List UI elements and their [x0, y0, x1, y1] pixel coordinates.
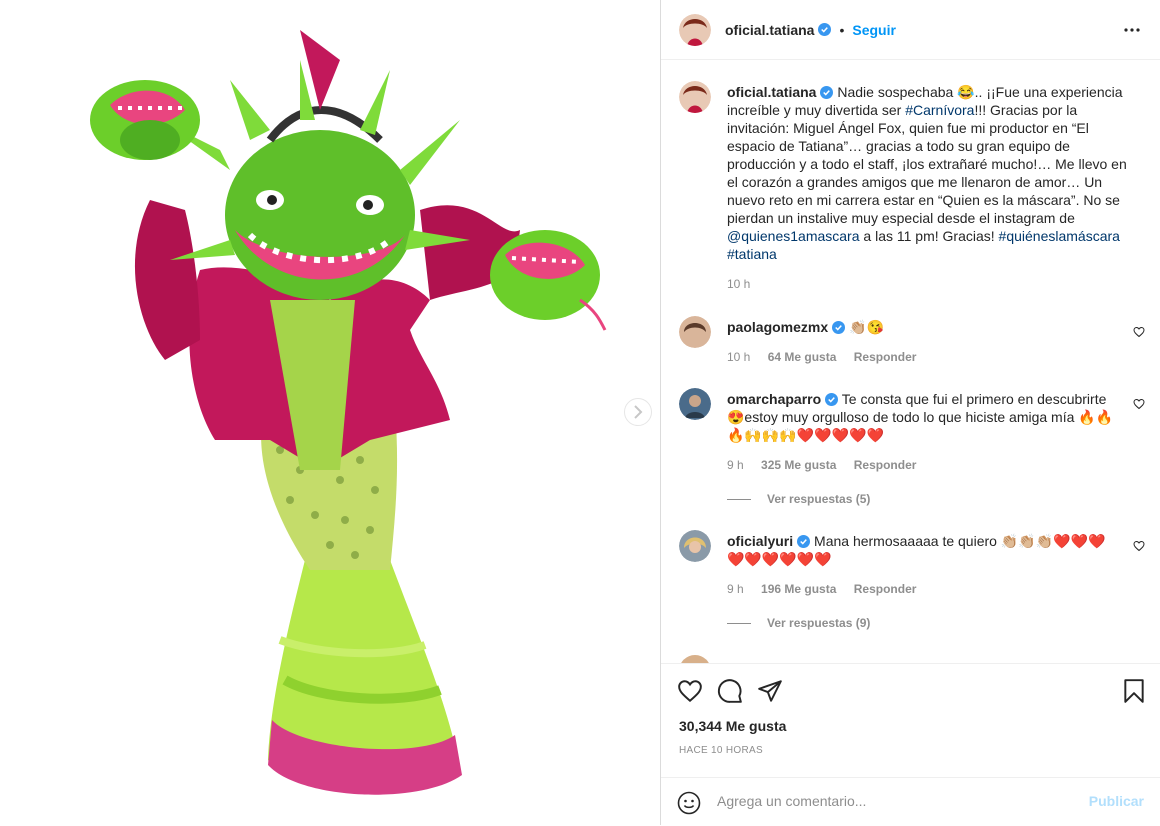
comment-time: 9 h	[727, 458, 744, 472]
comment-meta: 9 h 196 Me gusta Responder	[727, 582, 930, 596]
caption-text: !!! Gracias por la invitación: Miguel Án…	[727, 102, 1127, 226]
comment-body: omarchaparro Te consta que fui el primer…	[727, 390, 1119, 444]
avatar-image	[679, 81, 711, 113]
post-media[interactable]	[0, 0, 660, 825]
caption-body: oficial.tatiana Nadie sospechaba 😂.. ¡¡F…	[727, 83, 1135, 263]
add-comment-bar: Agrega un comentario... Publicar	[661, 777, 1160, 826]
hashtag-link[interactable]: #Carnívora	[905, 102, 974, 118]
avatar[interactable]	[679, 388, 711, 420]
comment-body: oficialyuri Mana hermosaaaaa te quiero 👏…	[727, 532, 1119, 568]
comment-likes[interactable]: 196 Me gusta	[761, 582, 836, 596]
hashtag-link[interactable]: #quiéneslamáscara	[999, 228, 1120, 244]
comment-input[interactable]: Agrega un comentario...	[717, 793, 866, 809]
author-username[interactable]: oficial.tatiana	[725, 22, 814, 38]
reply-button[interactable]: Responder	[854, 582, 917, 596]
comment-text: 👏🏼😘	[849, 319, 884, 335]
mention-link[interactable]: @quienes1amascara	[727, 228, 860, 244]
publish-button[interactable]: Publicar	[1089, 793, 1144, 809]
reply-button[interactable]: Responder	[854, 458, 917, 472]
comment: oficialyuri Mana hermosaaaaa te quiero 👏…	[679, 530, 1149, 650]
verified-icon	[797, 535, 811, 548]
avatar[interactable]	[679, 81, 711, 113]
comment-likes[interactable]: 325 Me gusta	[761, 458, 836, 472]
divider	[727, 498, 751, 500]
hashtag-link[interactable]: #tatiana	[727, 246, 777, 262]
comment-username[interactable]: omarchaparro	[727, 391, 821, 407]
comment-body: paolagomezmx 👏🏼😘	[727, 318, 1119, 336]
caption: oficial.tatiana Nadie sospechaba 😂.. ¡¡F…	[679, 81, 1149, 301]
caption-time: 10 h	[727, 277, 751, 291]
comment-icon[interactable]	[717, 678, 743, 704]
reply-button[interactable]: Responder	[854, 350, 917, 364]
verified-icon	[820, 86, 834, 99]
avatar[interactable]	[679, 530, 711, 562]
comment-meta: 9 h 325 Me gusta Responder	[727, 458, 930, 472]
next-photo-button[interactable]	[624, 398, 652, 426]
follow-button[interactable]: Seguir	[852, 22, 896, 38]
view-replies-label: Ver respuestas (5)	[767, 492, 871, 506]
avatar[interactable]	[679, 13, 711, 46]
more-options-icon[interactable]	[1122, 20, 1142, 40]
separator-dot: •	[839, 21, 845, 38]
comment-username[interactable]: oficialyuri	[727, 533, 793, 549]
post-age: HACE 10 HORAS	[679, 745, 763, 756]
comment-likes[interactable]: 64 Me gusta	[768, 350, 837, 364]
post-sidebar: oficial.tatiana • Seguir oficial.tatiana	[660, 0, 1160, 825]
like-comment-heart-icon[interactable]	[1133, 540, 1145, 552]
heart-icon[interactable]	[677, 678, 703, 704]
comment: omarchaparro Te consta que fui el primer…	[679, 388, 1149, 508]
caption-meta: 10 h	[727, 277, 764, 291]
comment-username[interactable]: paolagomezmx	[727, 319, 828, 335]
comment-meta: 10 h 64 Me gusta Responder	[727, 350, 930, 364]
like-count[interactable]: 30,344 Me gusta	[679, 718, 786, 734]
comment-time: 10 h	[727, 350, 751, 364]
comments-list[interactable]: oficial.tatiana Nadie sospechaba 😂.. ¡¡F…	[661, 61, 1160, 663]
avatar-image	[679, 13, 711, 46]
next-arrow-icon	[634, 405, 643, 419]
view-replies-button[interactable]: Ver respuestas (9)	[727, 616, 870, 630]
comment-partial	[679, 655, 1149, 663]
verified-icon	[832, 321, 846, 334]
caption-username[interactable]: oficial.tatiana	[727, 84, 816, 100]
share-icon[interactable]	[757, 678, 783, 704]
costume-photo	[90, 30, 607, 795]
avatar[interactable]	[679, 655, 711, 663]
avatar-image	[679, 388, 711, 420]
caption-text: a las 11 pm! Gracias!	[859, 228, 999, 244]
emoji-icon[interactable]	[677, 791, 701, 815]
view-replies-button[interactable]: Ver respuestas (5)	[727, 492, 870, 506]
comment: paolagomezmx 👏🏼😘 10 h 64 Me gusta Respon…	[679, 316, 1149, 376]
instagram-post: oficial.tatiana • Seguir oficial.tatiana	[0, 0, 1160, 825]
like-comment-heart-icon[interactable]	[1133, 326, 1145, 338]
avatar-image	[679, 316, 711, 348]
verified-icon	[825, 393, 839, 406]
view-replies-label: Ver respuestas (9)	[767, 616, 871, 630]
divider	[727, 622, 751, 624]
bookmark-icon[interactable]	[1121, 678, 1147, 704]
avatar[interactable]	[679, 316, 711, 348]
post-header: oficial.tatiana • Seguir	[661, 0, 1160, 60]
like-comment-heart-icon[interactable]	[1133, 398, 1145, 410]
avatar-image	[679, 530, 711, 562]
actions-bar: 30,344 Me gusta HACE 10 HORAS Agrega un …	[661, 663, 1160, 825]
verified-icon	[818, 23, 832, 36]
comment-time: 9 h	[727, 582, 744, 596]
